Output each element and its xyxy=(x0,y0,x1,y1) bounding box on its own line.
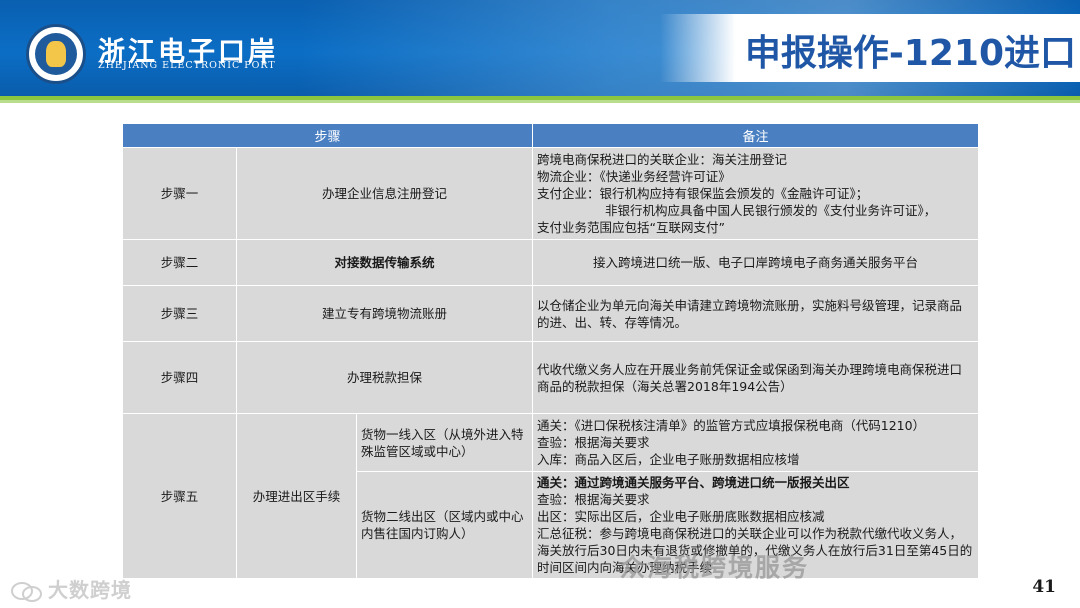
step-action: 对接数据传输系统 xyxy=(235,239,534,286)
logo-english-name: ZHEJIANG ELECTRONIC PORT xyxy=(98,60,276,71)
table-row: 步骤三 建立专有跨境物流账册 以仓储企业为单元向海关申请建立跨境物流账册，实施料… xyxy=(122,285,980,342)
table-row: 步骤二 对接数据传输系统 接入跨境进口统一版、电子口岸跨境电子商务通关服务平台 xyxy=(122,239,980,286)
sub-step-notes: 通关：《进口保税核注清单》的监管方式应填报保税电商（代码1210） 查验：根据海… xyxy=(532,413,980,472)
table-header-row: 步骤 备注 xyxy=(121,123,980,148)
header-notes: 备注 xyxy=(532,123,980,148)
light-green-divider xyxy=(0,100,1080,103)
page-title: 申报操作-1210进口 xyxy=(744,33,1076,74)
wechat-icon xyxy=(11,581,42,602)
port-logo-icon xyxy=(26,24,86,84)
step-notes: 以仓储企业为单元向海关申请建立跨境物流账册，实施料号级管理，记录商品的进、出、转… xyxy=(532,285,980,342)
step-action: 办理税款担保 xyxy=(235,341,534,414)
watermark-left: 大数跨境 xyxy=(10,574,132,603)
step-notes: 跨境电商保税进口的关联企业：海关注册登记 物流企业：《快递业务经营许可证》 支付… xyxy=(532,147,980,240)
step-notes: 代收代缴义务人应在开展业务前凭保证金或保函到海关办理跨境电商保税进口商品的税款担… xyxy=(532,341,980,414)
header-steps: 步骤 xyxy=(121,123,534,148)
table-row: 步骤五 办理进出区手续 货物一线入区（从境外进入特殊监管区域或中心） 通关：《进… xyxy=(122,413,980,579)
sub-step-label: 货物一线入区（从境外进入特殊监管区域或中心） xyxy=(355,413,534,472)
step-action: 办理企业信息注册登记 xyxy=(235,147,534,240)
step-label: 步骤三 xyxy=(122,285,237,342)
table-row: 步骤一 办理企业信息注册登记 跨境电商保税进口的关联企业：海关注册登记 物流企业… xyxy=(122,147,980,240)
step-label: 步骤四 xyxy=(122,341,237,414)
steps-table: 步骤 备注 步骤一 办理企业信息注册登记 跨境电商保税进口的关联企业：海关注册登… xyxy=(121,123,980,579)
step-notes: 接入跨境进口统一版、电子口岸跨境电子商务通关服务平台 xyxy=(532,239,980,286)
step-label: 步骤五 xyxy=(122,413,237,579)
step-action: 建立专有跨境物流账册 xyxy=(235,285,534,342)
step-label: 步骤二 xyxy=(122,239,237,286)
step-action: 办理进出区手续 xyxy=(236,413,357,579)
page-number: 41 xyxy=(1032,577,1056,597)
table-row: 步骤四 办理税款担保 代收代缴义务人应在开展业务前凭保证金或保函到海关办理跨境电… xyxy=(122,341,980,414)
step-label: 步骤一 xyxy=(122,147,237,240)
watermark-right: 众海税跨境服务 xyxy=(620,553,810,582)
sub-step-label: 货物二线出区（区域内或中心内售往国内订购人） xyxy=(355,471,534,579)
header-banner: 浙江电子口岸 ZHEJIANG ELECTRONIC PORT 申报操作-121… xyxy=(0,0,1080,96)
